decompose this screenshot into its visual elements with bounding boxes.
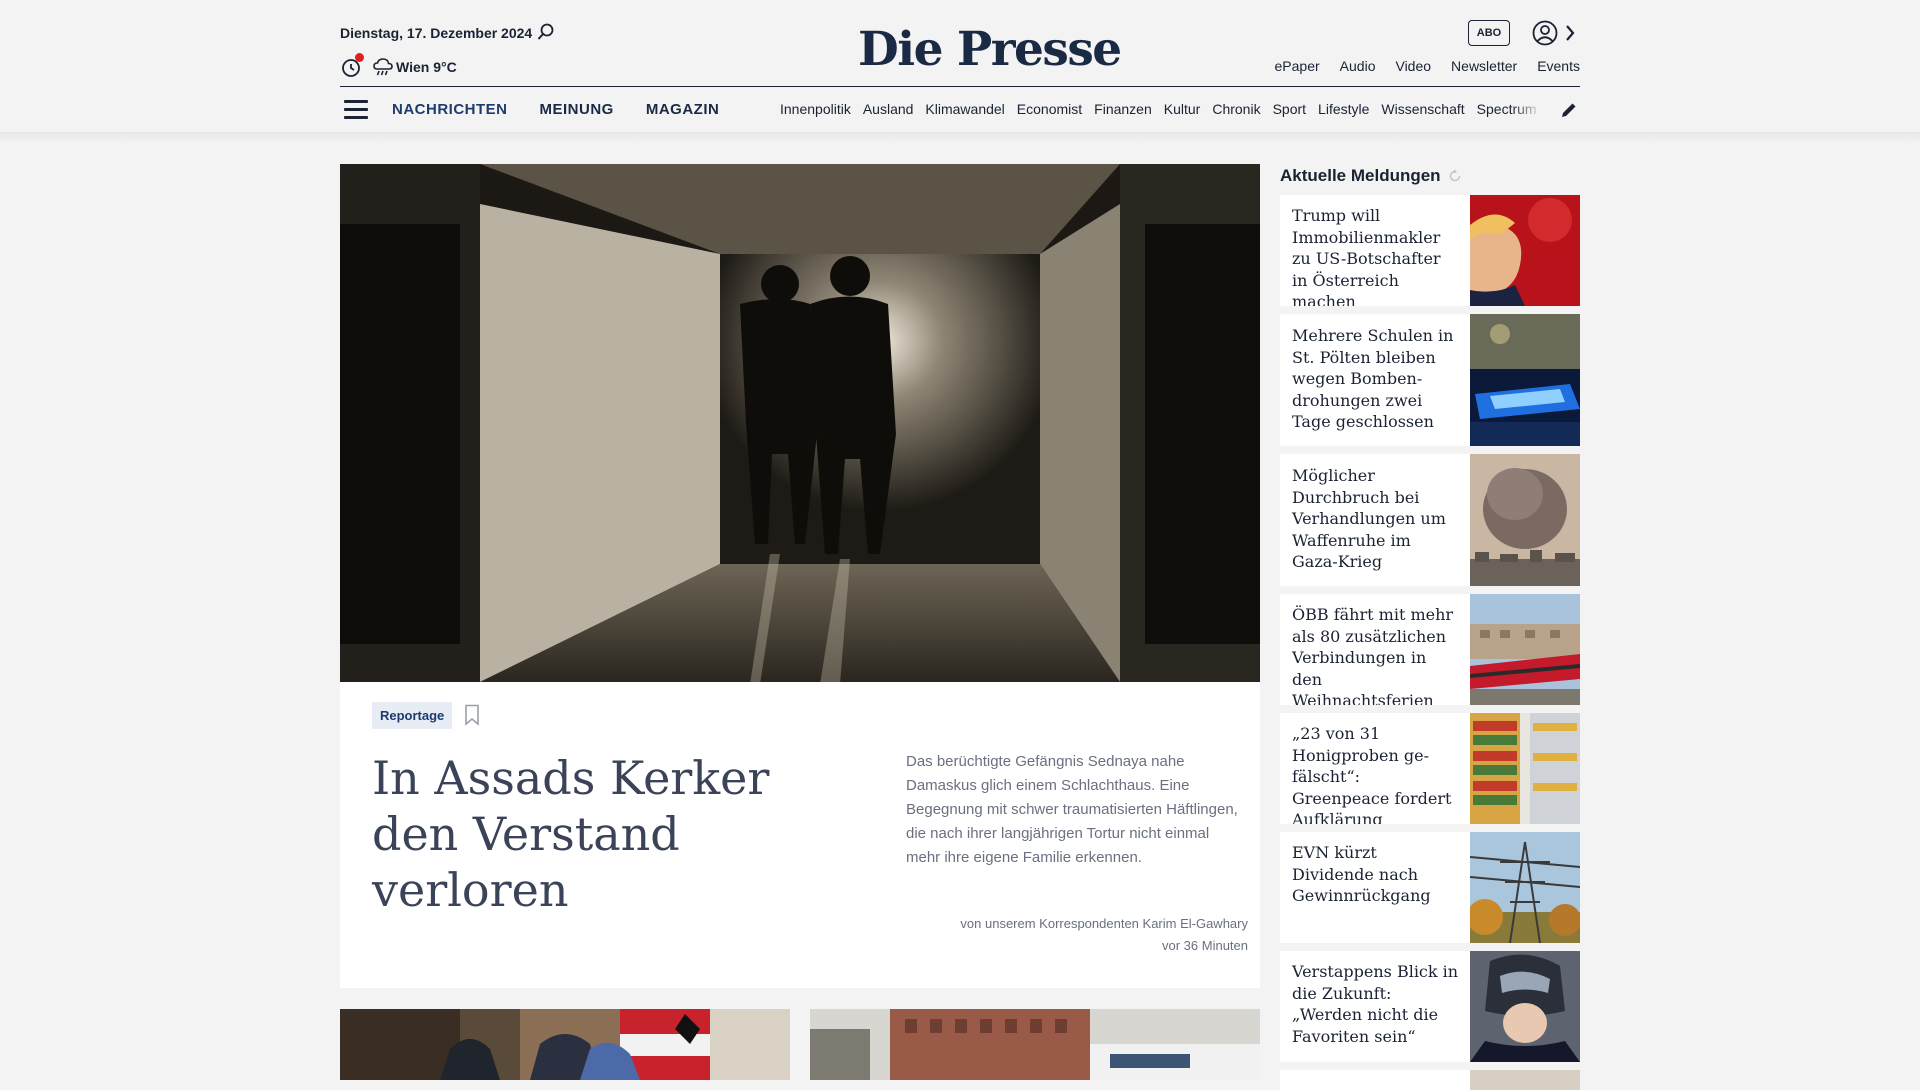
sidebar-title: Aktuelle Meldungen bbox=[1280, 166, 1441, 185]
search-icon[interactable] bbox=[536, 22, 556, 42]
subnav-klimawandel[interactable]: Klimawandel bbox=[925, 101, 1004, 117]
news-headline: Trump will Immobilienmakler zu US-Botsch… bbox=[1292, 206, 1441, 306]
news-item[interactable]: Trump will Immobilienmakler zu US-Botsch… bbox=[1280, 195, 1580, 306]
news-thumbnail bbox=[1470, 314, 1580, 446]
user-icon[interactable] bbox=[1532, 20, 1558, 46]
main-nav: NACHRICHTEN MEINUNG MAGAZIN bbox=[392, 101, 719, 118]
subnav-sport[interactable]: Sport bbox=[1273, 101, 1306, 117]
subnav-lifestyle[interactable]: Lifestyle bbox=[1318, 101, 1369, 117]
nav-meinung[interactable]: MEINUNG bbox=[540, 101, 614, 118]
site-logo[interactable]: Die Presse bbox=[858, 22, 1122, 77]
hero-headline[interactable]: In Assads Kerker den Verstand verloren bbox=[372, 750, 852, 918]
abo-button[interactable]: ABO bbox=[1468, 20, 1510, 46]
hamburger-icon[interactable] bbox=[344, 100, 368, 120]
subnav-wissenschaft[interactable]: Wissenschaft bbox=[1381, 101, 1464, 117]
subnav-ausland[interactable]: Ausland bbox=[863, 101, 914, 117]
hero-lead: Das berüchtigte Gefängnis Sednaya nahe D… bbox=[906, 753, 1238, 866]
refresh-icon bbox=[1448, 169, 1462, 183]
news-thumbnail bbox=[1470, 594, 1580, 705]
news-item[interactable]: „23 von 31 Honigproben ge-fälscht“: Gree… bbox=[1280, 713, 1580, 824]
hero-timestamp: vor 36 Minuten bbox=[1162, 938, 1248, 953]
news-headline: Möglicher Durchbruch bei Verhandlungen u… bbox=[1292, 466, 1446, 571]
news-headline: Mehrere Schulen in St. Pölten bleiben we… bbox=[1292, 326, 1454, 431]
news-headline: EVN kürzt Dividende nach Gewinnrückgang bbox=[1292, 843, 1431, 905]
link-audio[interactable]: Audio bbox=[1340, 58, 1376, 74]
bookmark-icon[interactable] bbox=[464, 704, 480, 726]
news-headline: „23 von 31 Honigproben ge-fälscht“: Gree… bbox=[1292, 724, 1452, 824]
subnav-innenpolitik[interactable]: Innenpolitik bbox=[780, 101, 851, 117]
news-thumbnail bbox=[1470, 951, 1580, 1062]
news-thumbnail bbox=[1470, 832, 1580, 943]
weather-text[interactable]: Wien 9°C bbox=[396, 59, 457, 75]
sub-nav: Innenpolitik Ausland Klimawandel Economi… bbox=[780, 101, 1542, 117]
link-newsletter[interactable]: Newsletter bbox=[1451, 58, 1517, 74]
nav-magazin[interactable]: MAGAZIN bbox=[646, 101, 720, 118]
news-item[interactable]: Verstappens Blick in die Zukunft: „Werde… bbox=[1280, 951, 1580, 1062]
subnav-economist[interactable]: Economist bbox=[1017, 101, 1082, 117]
header-shadow bbox=[0, 132, 1920, 142]
news-headline: Verstappens Blick in die Zukunft: „Werde… bbox=[1292, 962, 1459, 1046]
news-thumbnail bbox=[1470, 454, 1580, 586]
link-events[interactable]: Events bbox=[1537, 58, 1580, 74]
subnav-kultur[interactable]: Kultur bbox=[1164, 101, 1201, 117]
subnav-fade bbox=[1512, 101, 1542, 117]
category-tag[interactable]: Reportage bbox=[372, 702, 453, 729]
nav-nachrichten[interactable]: NACHRICHTEN bbox=[392, 101, 508, 118]
teaser-image-2[interactable] bbox=[810, 1009, 1260, 1080]
news-item[interactable]: ÖBB fährt mit mehr als 80 zusätzlichen V… bbox=[1280, 594, 1580, 705]
chevron-right-icon[interactable] bbox=[1564, 23, 1576, 43]
pencil-icon[interactable] bbox=[1560, 101, 1578, 119]
news-item[interactable]: Möglicher Durchbruch bei Verhandlungen u… bbox=[1280, 454, 1580, 586]
link-video[interactable]: Video bbox=[1395, 58, 1431, 74]
news-item[interactable] bbox=[1280, 1070, 1580, 1090]
news-thumbnail bbox=[1470, 713, 1580, 824]
rain-cloud-icon bbox=[372, 56, 394, 78]
top-links: ePaper Audio Video Newsletter Events bbox=[1275, 58, 1580, 74]
notification-dot bbox=[355, 53, 364, 62]
header-divider bbox=[340, 86, 1580, 87]
subnav-chronik[interactable]: Chronik bbox=[1212, 101, 1260, 117]
current-date: Dienstag, 17. Dezember 2024 bbox=[340, 25, 533, 41]
hero-author: von unserem Korrespondenten Karim El-Gaw… bbox=[960, 916, 1248, 931]
news-item[interactable]: Mehrere Schulen in St. Pölten bleiben we… bbox=[1280, 314, 1580, 446]
teaser-image-1[interactable] bbox=[340, 1009, 790, 1080]
hero-image[interactable] bbox=[340, 164, 1260, 682]
link-epaper[interactable]: ePaper bbox=[1275, 58, 1320, 74]
news-headline: ÖBB fährt mit mehr als 80 zusätzlichen V… bbox=[1292, 605, 1454, 705]
news-thumbnail bbox=[1470, 195, 1580, 306]
news-thumbnail bbox=[1470, 1070, 1580, 1090]
history-icon[interactable] bbox=[340, 53, 364, 78]
site-header: Dienstag, 17. Dezember 2024 Wien 9°C Die… bbox=[0, 0, 1920, 132]
news-item[interactable]: EVN kürzt Dividende nach Gewinnrückgang bbox=[1280, 832, 1580, 943]
hero-article-card: Reportage In Assads Kerker den Verstand … bbox=[340, 682, 1260, 988]
subnav-finanzen[interactable]: Finanzen bbox=[1094, 101, 1152, 117]
